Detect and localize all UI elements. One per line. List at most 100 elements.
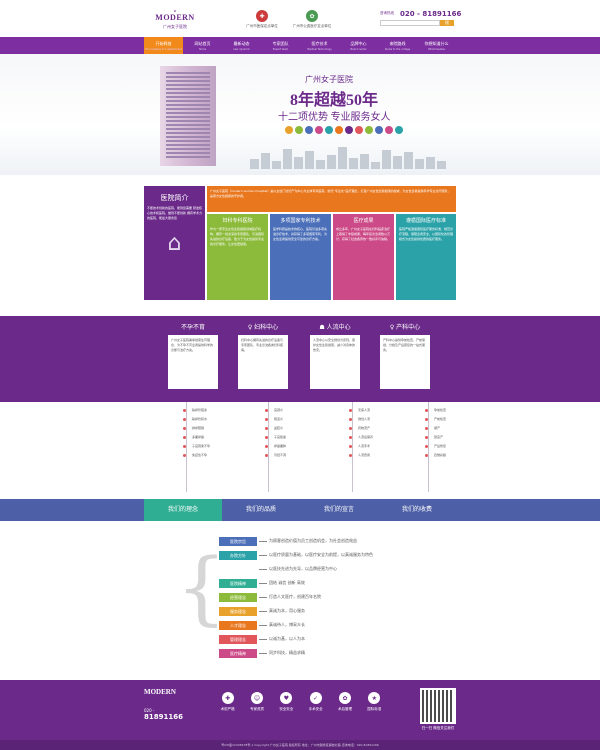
window-stripe xyxy=(166,88,210,90)
timeline-item[interactable]: 子宫肌瘤 xyxy=(265,433,328,442)
timeline-item[interactable]: 药物流产 xyxy=(349,424,412,433)
value-arrow xyxy=(259,540,267,542)
timeline-dot xyxy=(265,445,268,448)
nav-item-7[interactable]: 你想知道什么 What besides xyxy=(417,37,456,54)
timeline-column: 宫颈炎 阴道炎 盆腔炎 子宫肌瘤 卵巢囊肿 月经不调 xyxy=(265,406,328,460)
timeline-item-label: 顺产 xyxy=(434,426,441,430)
intro-main-tile[interactable]: 医院简介 不断技术创新的医院，能到您需要 研发核心技术和医院，做到不断创新 拥有… xyxy=(144,186,205,300)
center-1[interactable]: ♀ 妇科中心 妇科中心拥有先进的诊疗设备与专家团队，专业诊治各类妇科疾病。 xyxy=(238,322,288,389)
footer-feature-5[interactable]: ★ 国际标准 xyxy=(363,692,386,712)
footer-brand: MODERN xyxy=(144,688,176,696)
timeline-item[interactable]: 输卵管积水 xyxy=(183,415,246,424)
footer-feature-3[interactable]: ✓ 手术安全 xyxy=(304,692,327,712)
nav-item-5[interactable]: 品牌中心 Brand center xyxy=(339,37,378,54)
hospital-icon: ⌂ xyxy=(167,231,182,256)
advantage-icon xyxy=(375,126,383,134)
value-arrow xyxy=(259,652,267,654)
footer-feature-0[interactable]: ✚ 术前严格 xyxy=(216,692,239,712)
window-stripe xyxy=(166,116,210,118)
intro-results-title: 医疗成果 xyxy=(353,218,374,224)
nav-item-2[interactable]: 最新动态 new dynamic xyxy=(222,37,261,54)
value-text: 真诚为本，用心服务 xyxy=(269,608,305,613)
tab-2[interactable]: 我们的宣言 xyxy=(300,499,378,521)
value-text: 以诚为基，以人为本 xyxy=(269,636,305,641)
timeline-item[interactable]: 人流后保养 xyxy=(349,433,412,442)
tab-3[interactable]: 我们的收费 xyxy=(378,499,456,521)
timeline-item[interactable]: 多囊卵巢 xyxy=(183,433,246,442)
center-2[interactable]: ☗ 人流中心 人流中心以安全微创为原则，保护女性生殖健康，减少对身体的伤害。 xyxy=(310,322,360,389)
hotline-number[interactable]: 020 - 81891166 xyxy=(400,10,461,18)
timeline-item-label: 输卵管阻塞 xyxy=(192,408,208,412)
timeline-dot xyxy=(349,409,352,412)
search-input[interactable] xyxy=(380,20,440,26)
intro-gyn-tile[interactable]: 妇科专科医院 作为一家专注女性生殖健康领域医疗机构，拥有一批资深的专家团队，引进… xyxy=(207,214,268,300)
window-stripe xyxy=(166,92,210,94)
center-title: ☗ 人流中心 xyxy=(310,322,360,331)
value-arrow xyxy=(259,554,267,556)
timeline-item[interactable]: 孕前检查 xyxy=(425,406,488,415)
intro-overview-tile[interactable]: 广州女子医院（modern women hospital）是以女性门诊妇产为中心… xyxy=(207,186,456,212)
feature-icon: ✿ xyxy=(338,692,351,704)
timeline-item-label: 剖宫产 xyxy=(434,435,444,439)
footer-feature-1[interactable]: ☺ 专家资质 xyxy=(245,692,268,712)
search-button[interactable]: 搜 xyxy=(440,20,454,26)
nav-item-1[interactable]: 网站首页 Home xyxy=(183,37,222,54)
center-title-text: 妇科中心 xyxy=(254,324,279,331)
timeline-item[interactable]: 盆腔炎 xyxy=(265,424,328,433)
timeline-item[interactable]: 人流费用 xyxy=(349,451,412,460)
intro-patent-tile[interactable]: 多项国家专利技术 医学科研是技术的核心，医院引进多项先进诊疗技术，并获得了多项国… xyxy=(270,214,331,300)
advantage-icon xyxy=(295,126,303,134)
timeline-dot xyxy=(265,454,268,457)
center-0[interactable]: 不孕不育 广州女子医院秉承健康生育理念，为不孕不育患者提供科学的诊断与治疗方案。 xyxy=(168,322,218,389)
footer-feature-4[interactable]: ✿ 术后管理 xyxy=(333,692,356,712)
center-title-text: 产科中心 xyxy=(396,324,421,331)
skyline-building xyxy=(272,161,281,169)
timeline-item[interactable]: 四维彩超 xyxy=(425,451,488,460)
site-header: ❀ MODERN 广州女子医院 ✚ 广州市医保定点单位 ✿ 广州市公费医疗定点单… xyxy=(0,0,600,37)
timeline-item[interactable]: 阴道炎 xyxy=(265,415,328,424)
nav-item-0[interactable]: 开始释放 The meeting of a department xyxy=(144,37,183,54)
timeline-item[interactable]: 卵巢囊肿 xyxy=(265,442,328,451)
footer-phone-number[interactable]: 81891166 xyxy=(144,713,200,721)
centers-band: 不孕不育 广州女子医院秉承健康生育理念，为不孕不育患者提供科学的诊断与治疗方案。 ♀… xyxy=(0,316,600,402)
timeline-item[interactable]: 无痛人流 xyxy=(349,406,412,415)
timeline-item[interactable]: 排卵障碍 xyxy=(183,424,246,433)
site-logo[interactable]: ❀ MODERN 广州女子医院 xyxy=(144,9,206,33)
timeline-item[interactable]: 产后修复 xyxy=(425,442,488,451)
timeline-item[interactable]: 微创人流 xyxy=(349,415,412,424)
timeline-item[interactable]: 顺产 xyxy=(425,424,488,433)
nav-item-sublabel: Route to the college xyxy=(384,48,411,51)
philosophy-tabs: 我们的理念 我们的品质 我们的宣言 我们的收费 xyxy=(0,499,600,521)
timeline-item-label: 多囊卵巢 xyxy=(192,435,205,439)
value-text: 团结 诚信 创新 高效 xyxy=(269,580,305,585)
value-row: 经营理念 打造人文医疗，创建百年名院 xyxy=(219,592,321,602)
tab-0[interactable]: 我们的理念 xyxy=(144,499,222,521)
skyline-building xyxy=(294,157,303,169)
main-nav: 开始释放 The meeting of a department 网站首页 Home 最… xyxy=(0,37,600,54)
timeline-item[interactable]: 免疫性不孕 xyxy=(183,451,246,460)
timeline-item[interactable]: 宫颈炎 xyxy=(265,406,328,415)
timeline-item[interactable]: 人流手术 xyxy=(349,442,412,451)
timeline-item[interactable]: 输卵管阻塞 xyxy=(183,406,246,415)
nav-item-3[interactable]: 专家团队 Expert team xyxy=(261,37,300,54)
center-3[interactable]: ♀ 产科中心 产科中心提供孕前检查、产前保健、分娩及产后康复的一站式服务。 xyxy=(380,322,430,389)
timeline-item[interactable]: 子宫因素不孕 xyxy=(183,442,246,451)
value-row: 办院方针 以医疗质量为基础，以医疗安全为前提，以真诚服务为特色 xyxy=(219,550,373,560)
footer-logo[interactable]: MODERN xyxy=(144,688,200,704)
nav-item-label: 来院路线 xyxy=(389,41,406,46)
footer-feature-2[interactable]: ♥ 安全安全 xyxy=(275,692,298,712)
window-stripe xyxy=(166,76,210,78)
site-footer: MODERN 020 - 81891166 ✚ 术前严格 ☺ 专家资质 ♥ 安全安全 ✓ 手术… xyxy=(0,680,600,740)
timeline-dot xyxy=(349,436,352,439)
timeline-item-label: 孕前检查 xyxy=(434,408,447,412)
intro-results-tile[interactable]: 医疗成果 成立多年，广州女子医院在妇科临床治疗上取得了丰硕成果，每年接诊患者数以… xyxy=(333,214,394,300)
timeline-item[interactable]: 月经不调 xyxy=(265,451,328,460)
nav-item-6[interactable]: 来院路线 Route to the college xyxy=(378,37,417,54)
timeline-item[interactable]: 剖宫产 xyxy=(425,433,488,442)
value-chip: 办院方针 xyxy=(219,550,257,560)
logo-brand: MODERN xyxy=(155,13,195,22)
nav-item-4[interactable]: 医疗技术 Medical Technology xyxy=(300,37,339,54)
tab-1[interactable]: 我们的品质 xyxy=(222,499,300,521)
intro-standard-tile[interactable]: 遵循国际医疗标准 医院严格遵循国际医疗服务标准，规范诊疗流程，保障患者安全，以国… xyxy=(396,214,456,300)
timeline-item[interactable]: 产前检查 xyxy=(425,415,488,424)
